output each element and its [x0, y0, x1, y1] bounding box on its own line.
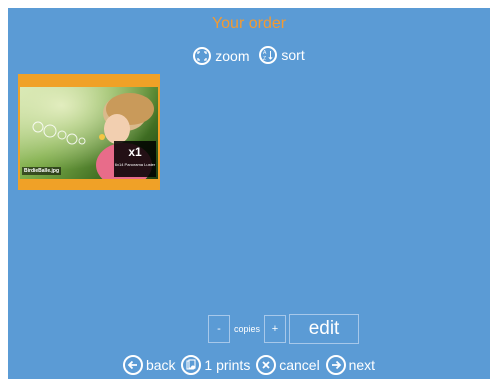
close-icon	[256, 355, 277, 375]
zoom-frame-icon	[193, 47, 212, 65]
next-label: next	[348, 357, 376, 373]
back-label: back	[145, 357, 176, 373]
print-size-description: 6x14 Panorama Luster	[114, 162, 156, 167]
prints-button[interactable]: 1 prints	[181, 355, 250, 375]
svg-text:Z: Z	[263, 56, 266, 61]
increase-copies-button[interactable]: +	[264, 315, 287, 343]
prints-count-label: 1 prints	[204, 357, 251, 373]
copies-label: copies	[234, 324, 261, 334]
view-toolbar: zoom AZ sort	[8, 46, 490, 65]
order-screen: Your order zoom AZ sort BirdieBalle.jpg …	[8, 8, 490, 379]
next-button[interactable]: next	[325, 355, 376, 375]
zoom-label: zoom	[215, 48, 250, 64]
zoom-button[interactable]: zoom	[193, 47, 250, 65]
quantity-count: x1	[128, 145, 142, 159]
page-title: Your order	[211, 15, 287, 32]
edit-button[interactable]: edit	[289, 314, 360, 344]
sort-az-icon: AZ	[259, 46, 278, 64]
prints-icon	[181, 355, 202, 375]
decrease-copies-button[interactable]: -	[208, 315, 230, 343]
sort-button[interactable]: AZ sort	[259, 46, 305, 64]
back-button[interactable]: back	[122, 355, 176, 375]
photo-thumbnail[interactable]: BirdieBalle.jpg x1 6x14 Panorama Luster	[18, 74, 160, 190]
photo-filename: BirdieBalle.jpg	[22, 167, 62, 175]
arrow-right-icon	[325, 355, 346, 375]
copies-controls: - copies + edit	[208, 314, 360, 344]
cancel-button[interactable]: cancel	[256, 355, 320, 375]
cancel-label: cancel	[279, 357, 320, 373]
navigation-bar: back 1 prints cancel next	[8, 355, 490, 375]
quantity-badge: x1 6x14 Panorama Luster	[114, 141, 156, 177]
sort-label: sort	[281, 47, 305, 63]
arrow-left-icon	[122, 355, 143, 375]
photo-image: BirdieBalle.jpg x1 6x14 Panorama Luster	[20, 87, 158, 179]
